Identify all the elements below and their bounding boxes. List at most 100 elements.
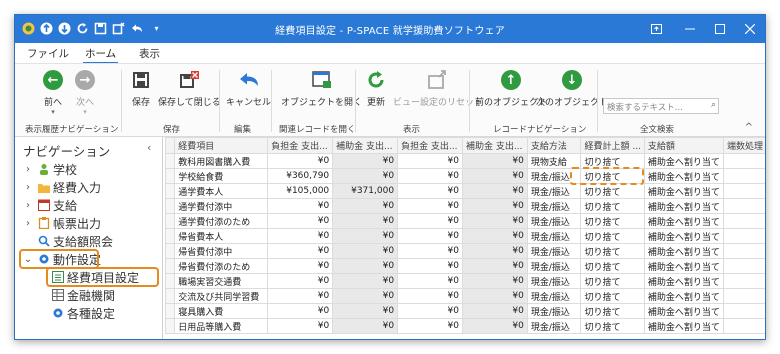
column-header[interactable]: 支給額 <box>643 137 724 154</box>
table-cell[interactable]: ¥0 <box>461 153 528 169</box>
table-cell[interactable]: 切り捨て <box>580 213 645 229</box>
table-cell[interactable]: ¥0 <box>461 273 528 289</box>
table-cell[interactable]: 切り捨て <box>580 243 645 259</box>
save-button[interactable]: 保存 <box>129 68 153 108</box>
table-cell[interactable]: 現金/振込 <box>526 288 582 304</box>
nav-item-expense-entry[interactable]: › 経費入力 <box>23 179 101 195</box>
table-cell[interactable]: 補助金へ割り当て <box>643 153 724 169</box>
chevron-right-icon[interactable]: › <box>23 200 33 211</box>
nav-item-financial-institutions[interactable]: 金融機関 <box>51 287 115 303</box>
table-cell[interactable] <box>722 213 765 229</box>
table-cell[interactable] <box>722 153 765 169</box>
table-cell[interactable]: 現金/振込 <box>526 258 582 274</box>
table-cell[interactable] <box>722 198 765 214</box>
table-cell[interactable]: 帰省費本人 <box>174 228 269 244</box>
table-cell[interactable] <box>722 228 765 244</box>
menu-home[interactable]: ホーム <box>83 46 119 64</box>
nav-item-payment-inquiry[interactable]: 支給額照会 <box>37 233 113 249</box>
table-cell[interactable] <box>722 183 765 199</box>
row-indicator[interactable] <box>164 288 176 304</box>
table-cell[interactable]: ¥0 <box>332 303 399 319</box>
table-cell[interactable]: ¥0 <box>332 213 399 229</box>
ribbon-display-options-icon[interactable] <box>641 15 671 43</box>
column-header[interactable]: 経費項目 <box>174 137 269 154</box>
table-cell[interactable]: 現金/振込 <box>526 243 582 259</box>
table-cell[interactable]: 補助金へ割り当て <box>643 318 724 334</box>
row-indicator[interactable] <box>164 198 176 214</box>
row-indicator[interactable] <box>164 318 176 334</box>
table-cell[interactable]: 現金/振込 <box>526 183 582 199</box>
table-cell[interactable]: ¥0 <box>461 183 528 199</box>
table-cell[interactable]: ¥0 <box>461 168 528 184</box>
table-cell[interactable]: ¥0 <box>267 198 334 214</box>
nav-item-payment[interactable]: › 支給 <box>23 197 77 213</box>
forward-dropdown-icon[interactable]: ▾ <box>83 108 87 116</box>
row-indicator[interactable] <box>164 273 176 289</box>
column-header[interactable]: 負担金 支出... <box>397 137 463 154</box>
table-cell[interactable]: ¥0 <box>332 273 399 289</box>
table-cell[interactable]: ¥0 <box>332 198 399 214</box>
table-cell[interactable]: 補助金へ割り当て <box>643 198 724 214</box>
table-cell[interactable] <box>722 273 765 289</box>
table-cell[interactable]: 交流及び共同学習費 <box>174 288 269 304</box>
table-cell[interactable]: 補助金へ割り当て <box>643 183 724 199</box>
column-header[interactable]: 負担金 支出... <box>267 137 334 154</box>
collapse-pane-icon[interactable]: ‹ <box>147 141 151 154</box>
table-cell[interactable]: 日用品等購入費 <box>174 318 269 334</box>
open-object-button[interactable]: オブジェクトを開く <box>281 68 362 108</box>
table-cell[interactable] <box>722 258 765 274</box>
table-row[interactable]: 職場実習交通費 ¥0 ¥0 ¥0 ¥0 現金/振込 切り捨て 補助金へ割り当て <box>164 273 765 289</box>
table-row[interactable]: 通学費付添のため ¥0 ¥0 ¥0 ¥0 現金/振込 切り捨て 補助金へ割り当て <box>164 213 765 229</box>
table-cell[interactable]: ¥0 <box>267 153 334 169</box>
table-cell[interactable]: 補助金へ割り当て <box>643 288 724 304</box>
back-button[interactable]: ← 前へ ▾ <box>41 68 65 116</box>
chevron-right-icon[interactable]: › <box>23 182 33 193</box>
table-cell[interactable]: 補助金へ割り当て <box>643 243 724 259</box>
column-header[interactable]: 経費計上額 ... <box>580 137 645 154</box>
table-cell[interactable]: 通学費付添のため <box>174 213 269 229</box>
table-cell[interactable]: ¥0 <box>332 243 399 259</box>
nav-item-report-output[interactable]: › 帳票出力 <box>23 215 101 231</box>
search-input[interactable]: 検索するテキスト... ⌕ <box>603 98 719 114</box>
search-icon[interactable]: ⌕ <box>711 100 716 110</box>
table-cell[interactable]: 補助金へ割り当て <box>643 303 724 319</box>
table-cell[interactable] <box>722 168 765 184</box>
table-cell[interactable]: ¥0 <box>397 153 463 169</box>
table-cell[interactable]: 通学費本人 <box>174 183 269 199</box>
column-header[interactable]: 端数処理 <box>722 137 765 154</box>
maximize-button[interactable] <box>705 15 735 43</box>
table-cell[interactable]: ¥0 <box>461 288 528 304</box>
table-cell[interactable]: ¥0 <box>332 258 399 274</box>
table-cell[interactable]: ¥0 <box>267 303 334 319</box>
table-cell[interactable]: ¥0 <box>397 243 463 259</box>
table-cell[interactable]: 切り捨て <box>580 303 645 319</box>
table-cell[interactable]: 切り捨て <box>580 198 645 214</box>
table-cell[interactable] <box>722 288 765 304</box>
table-row[interactable]: 帰省費付添のため ¥0 ¥0 ¥0 ¥0 現金/振込 切り捨て 補助金へ割り当て <box>164 258 765 274</box>
back-dropdown-icon[interactable]: ▾ <box>51 108 55 116</box>
row-indicator[interactable] <box>164 153 176 169</box>
table-cell[interactable]: ¥0 <box>397 183 463 199</box>
nav-item-school[interactable]: › 学校 <box>23 161 77 177</box>
table-cell[interactable]: ¥0 <box>267 228 334 244</box>
table-cell[interactable]: ¥0 <box>461 318 528 334</box>
table-row[interactable]: 寝具購入費 ¥0 ¥0 ¥0 ¥0 現金/振込 切り捨て 補助金へ割り当て <box>164 303 765 319</box>
table-cell[interactable]: ¥0 <box>397 303 463 319</box>
table-cell[interactable]: 現金/振込 <box>526 213 582 229</box>
chevron-right-icon[interactable]: › <box>23 218 33 229</box>
table-cell[interactable]: 帰省費付添のため <box>174 258 269 274</box>
save-close-button[interactable]: 保存して閉じる <box>158 68 221 108</box>
table-row[interactable]: 交流及び共同学習費 ¥0 ¥0 ¥0 ¥0 現金/振込 切り捨て 補助金へ割り当て <box>164 288 765 304</box>
close-button[interactable] <box>735 15 765 43</box>
table-cell[interactable]: ¥0 <box>332 168 399 184</box>
table-cell[interactable]: ¥0 <box>461 213 528 229</box>
table-cell[interactable]: ¥0 <box>397 168 463 184</box>
column-header[interactable]: 補助金 支出... <box>461 137 528 154</box>
table-cell[interactable]: 補助金へ割り当て <box>643 258 724 274</box>
table-cell[interactable]: ¥0 <box>267 243 334 259</box>
table-row[interactable]: 学校給食費 ¥360,790 ¥0 ¥0 ¥0 現金/振込 切り捨て 補助金へ割り当て <box>164 168 765 184</box>
table-cell[interactable]: ¥0 <box>267 273 334 289</box>
row-indicator[interactable] <box>164 243 176 259</box>
table-cell[interactable]: 切り捨て <box>580 288 645 304</box>
forward-button[interactable]: → 次へ ▾ <box>73 68 97 116</box>
